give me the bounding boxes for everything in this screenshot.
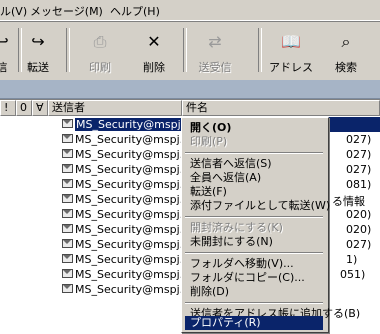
forward-icon: ↪: [31, 32, 45, 51]
address-book-button[interactable]: 📖 アドレス: [268, 22, 314, 80]
reply-icon: ↩: [0, 32, 9, 51]
row-subject: 051): [340, 268, 366, 281]
menu-item-reply-sender[interactable]: 送信者へ返信(S): [185, 157, 323, 171]
column-priority-label: !: [4, 101, 9, 114]
menu-separator: [185, 216, 323, 218]
menu-message[interactable]: メッセージ(M): [30, 3, 103, 19]
envelope-icon: [62, 239, 73, 248]
toolbar-separator: [183, 28, 187, 72]
column-sender[interactable]: 送信者: [48, 100, 182, 116]
folder-bar: [0, 80, 380, 99]
menu-separator: [185, 152, 323, 154]
menu-item-print: 印刷(P): [190, 135, 228, 148]
delete-button[interactable]: ✕ 削除: [132, 22, 176, 80]
toolbar: ↩ 信 ↪ 転送 ⎙ 印刷 ✕ 削除 ⇄ 送受信 📖 アドレス ⌕ 検索: [0, 21, 380, 81]
forward-label: 転送: [27, 61, 49, 74]
address-book-icon: 📖: [281, 32, 301, 51]
envelope-icon: [62, 284, 73, 293]
menu-view[interactable]: ル(V): [0, 3, 27, 19]
menu-bar: ル(V) メッセージ(M) ヘルプ(H): [0, 0, 380, 21]
row-subject: 020): [346, 208, 372, 221]
menu-separator: [185, 252, 323, 254]
menu-help[interactable]: ヘルプ(H): [110, 3, 160, 19]
menu-item-copy-to-folder[interactable]: フォルダにコピー(C)...: [185, 271, 323, 285]
column-attachment[interactable]: 0: [16, 100, 32, 116]
toolbar-separator: [66, 28, 70, 72]
find-icon: ⌕: [341, 32, 351, 51]
row-subject: 020): [346, 223, 372, 236]
address-book-label: アドレス: [269, 61, 313, 74]
print-button[interactable]: ⎙ 印刷: [78, 22, 122, 80]
envelope-icon: [62, 194, 73, 203]
menu-item-open[interactable]: 開く(O): [185, 121, 323, 135]
envelope-icon: [62, 179, 73, 188]
column-flag-label: ∀: [36, 101, 44, 114]
menu-item-delete[interactable]: 削除(D): [185, 285, 323, 299]
row-subject: 027): [346, 163, 372, 176]
column-subject[interactable]: 件名: [182, 100, 380, 116]
toolbar-separator: [258, 28, 262, 72]
find-button[interactable]: ⌕ 検索: [324, 22, 368, 80]
context-menu: 開く(O) 印刷(P) 送信者へ返信(S) 全員へ返信(A) 転送(F) 添付フ…: [181, 117, 360, 333]
envelope-icon: [62, 224, 73, 233]
send-receive-icon: ⇄: [208, 32, 222, 51]
delete-label: 削除: [143, 61, 165, 74]
menu-separator: [185, 302, 323, 304]
print-icon: ⎙: [93, 32, 107, 51]
menu-item-forward-as-attachment[interactable]: 添付ファイルとして転送(W): [185, 199, 330, 213]
column-priority[interactable]: !: [0, 100, 16, 116]
envelope-icon: [62, 119, 73, 128]
envelope-icon: [62, 254, 73, 263]
menu-item-forward[interactable]: 転送(F): [185, 185, 323, 199]
find-label: 検索: [335, 61, 357, 74]
column-flag[interactable]: ∀: [32, 100, 48, 116]
menu-item-reply-all[interactable]: 全員へ返信(A): [185, 171, 323, 185]
column-subject-label: 件名: [186, 101, 208, 114]
send-receive-button[interactable]: ⇄ 送受信: [190, 22, 240, 80]
envelope-icon: [62, 269, 73, 278]
print-label: 印刷: [89, 61, 111, 74]
column-sender-label: 送信者: [52, 101, 85, 114]
list-header: ! 0 ∀ 送信者 件名: [0, 100, 380, 116]
envelope-icon: [62, 149, 73, 158]
row-subject: 027): [346, 148, 372, 161]
menu-item-move-to-folder[interactable]: フォルダへ移動(V)...: [185, 257, 323, 271]
envelope-icon: [62, 209, 73, 218]
menu-item-properties[interactable]: プロパティ(R): [185, 316, 323, 330]
envelope-icon: [62, 164, 73, 173]
menu-item-mark-read: 開封済みにする(K): [190, 221, 283, 234]
row-subject: 081): [346, 178, 372, 191]
delete-icon: ✕: [147, 32, 161, 51]
menu-item-mark-unread[interactable]: 未開封にする(N): [185, 235, 323, 249]
row-subject: 027): [346, 133, 372, 146]
column-attachment-label: 0: [20, 101, 27, 114]
send-receive-label: 送受信: [198, 61, 232, 74]
row-subject: 1): [346, 253, 358, 266]
envelope-icon: [62, 134, 73, 143]
forward-button[interactable]: ↪ 転送: [18, 22, 58, 80]
row-subject: 027): [346, 238, 372, 251]
